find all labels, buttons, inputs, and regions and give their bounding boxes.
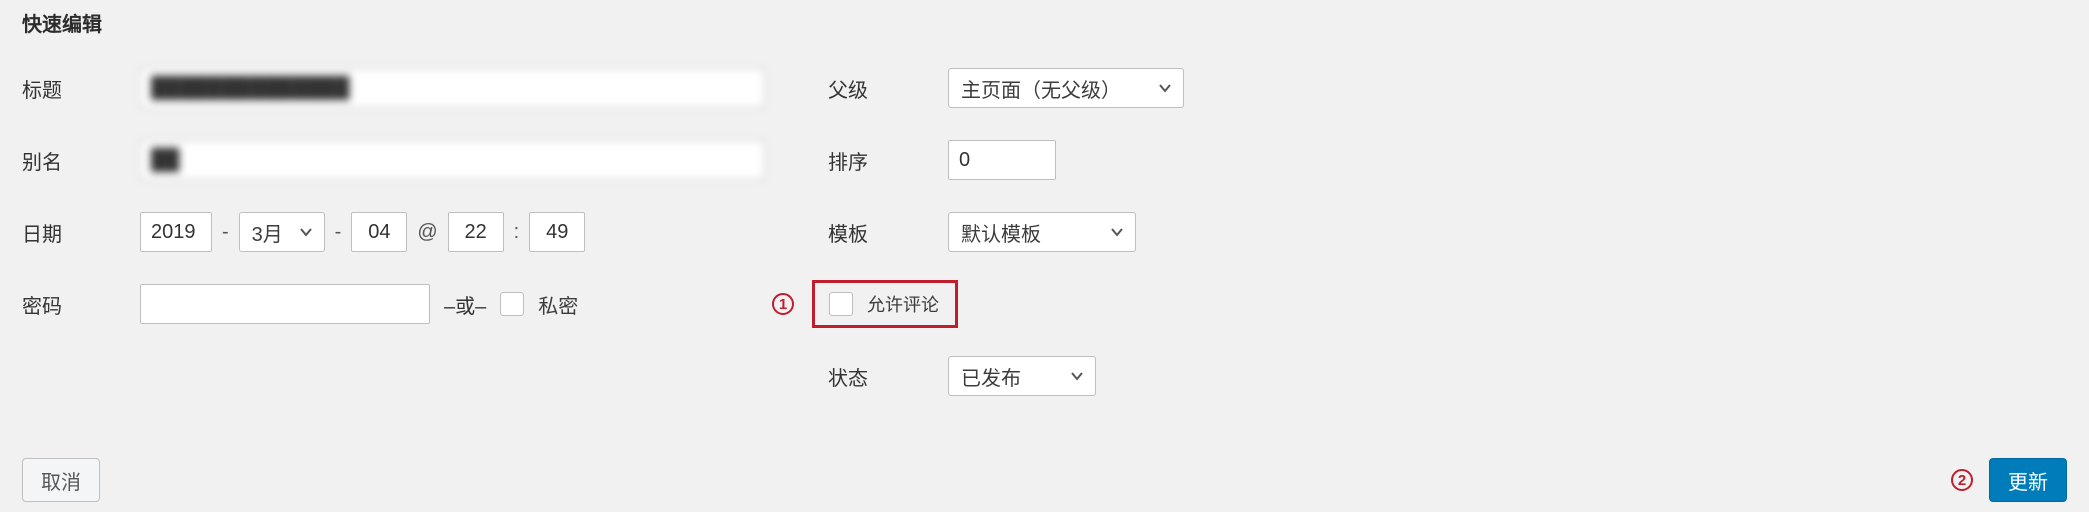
date-year-input[interactable] — [140, 212, 212, 252]
row-template: 模板 默认模板 — [828, 205, 1258, 259]
date-month-value: 3月 — [252, 218, 283, 247]
date-line: - 3月 - @ : — [140, 212, 585, 252]
quick-edit-panel: 快速编辑 标题 别名 日期 - 3月 — [0, 0, 2089, 512]
title-input[interactable] — [140, 68, 765, 108]
row-slug: 别名 — [22, 133, 782, 187]
update-button[interactable]: 更新 — [1989, 458, 2067, 502]
row-order: 排序 — [828, 133, 1258, 187]
allow-comments-box: 允许评论 — [812, 280, 958, 328]
label-title: 标题 — [22, 74, 140, 103]
date-at: @ — [415, 221, 439, 244]
template-select[interactable]: 默认模板 — [948, 212, 1136, 252]
callout-1-number: 1 — [772, 293, 794, 315]
label-slug: 别名 — [22, 146, 140, 175]
row-allow-comments: 1 允许评论 — [772, 277, 1258, 331]
chevron-down-icon — [1157, 80, 1173, 96]
left-column: 标题 别名 日期 - 3月 - — [22, 61, 782, 421]
private-checkbox[interactable] — [500, 292, 524, 316]
order-input[interactable] — [948, 140, 1056, 180]
label-parent: 父级 — [828, 74, 948, 103]
parent-value: 主页面（无父级） — [961, 74, 1121, 103]
private-label: 私密 — [538, 290, 578, 319]
callout-2-number: 2 — [1951, 469, 1973, 491]
password-line: –或– 私密 — [140, 284, 578, 324]
status-select[interactable]: 已发布 — [948, 356, 1096, 396]
label-status: 状态 — [828, 362, 948, 391]
footer: 取消 2 更新 — [0, 458, 2089, 502]
panel-body: 标题 别名 日期 - 3月 - — [22, 61, 2067, 421]
allow-comments-checkbox[interactable] — [829, 292, 853, 316]
parent-select[interactable]: 主页面（无父级） — [948, 68, 1184, 108]
status-value: 已发布 — [961, 362, 1021, 391]
chevron-down-icon — [1109, 224, 1125, 240]
template-value: 默认模板 — [961, 218, 1041, 247]
cancel-button[interactable]: 取消 — [22, 458, 100, 502]
callout-2: 2 — [1951, 469, 1973, 491]
date-hour-input[interactable] — [448, 212, 504, 252]
row-parent: 父级 主页面（无父级） — [828, 61, 1258, 115]
date-sep-1: - — [220, 221, 231, 244]
label-template: 模板 — [828, 218, 948, 247]
password-or-text: –或– — [444, 290, 486, 319]
date-colon: : — [512, 221, 522, 244]
date-month-select[interactable]: 3月 — [239, 212, 325, 252]
row-date: 日期 - 3月 - @ : — [22, 205, 782, 259]
label-password: 密码 — [22, 290, 140, 319]
label-date: 日期 — [22, 218, 140, 247]
date-minute-input[interactable] — [529, 212, 585, 252]
row-password: 密码 –或– 私密 — [22, 277, 782, 331]
date-day-input[interactable] — [351, 212, 407, 252]
allow-comments-label: 允许评论 — [867, 291, 939, 317]
callout-1: 1 — [772, 293, 794, 315]
password-input[interactable] — [140, 284, 430, 324]
label-order: 排序 — [828, 146, 948, 175]
right-column: 父级 主页面（无父级） 排序 模板 默认模板 — [828, 61, 1258, 421]
row-title: 标题 — [22, 61, 782, 115]
chevron-down-icon — [1069, 368, 1085, 384]
slug-input[interactable] — [140, 140, 765, 180]
panel-heading: 快速编辑 — [22, 8, 2067, 37]
chevron-down-icon — [298, 224, 314, 240]
update-wrap: 2 更新 — [1951, 458, 2067, 502]
row-status: 状态 已发布 — [828, 349, 1258, 403]
date-sep-2: - — [333, 221, 344, 244]
